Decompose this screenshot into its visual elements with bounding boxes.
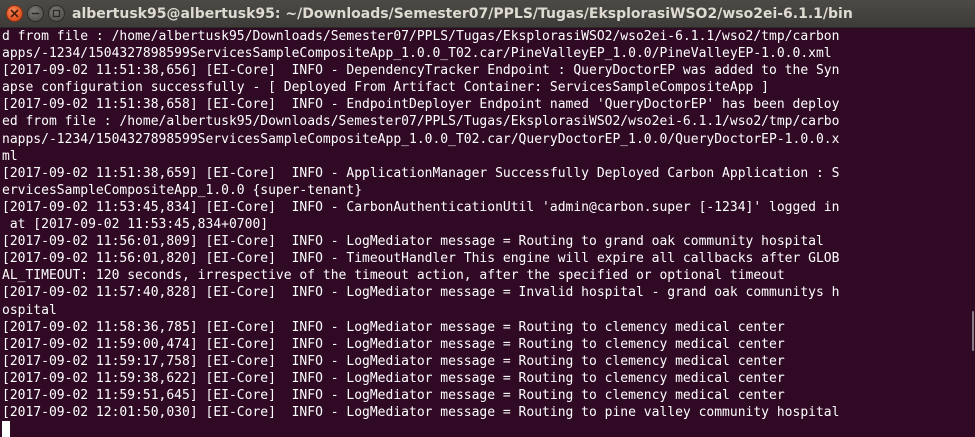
terminal-line: napps/-1234/1504327898599ServicesSampleC… xyxy=(2,131,840,147)
terminal-line: ed from file : /home/albertusk95/Downloa… xyxy=(2,114,840,130)
minimize-button[interactable] xyxy=(27,5,44,22)
terminal-line: [2017-09-02 11:59:38,622] [EI-Core] INFO… xyxy=(2,370,785,386)
title-bar[interactable]: albertusk95@albertusk95: ~/Downloads/Sem… xyxy=(0,0,975,28)
terminal-line: [2017-09-02 11:51:38,659] [EI-Core] INFO… xyxy=(2,165,840,181)
terminal-line: [2017-09-02 11:51:38,658] [EI-Core] INFO… xyxy=(2,97,840,113)
terminal-line: ml xyxy=(2,148,18,164)
terminal-line: apps/-1234/1504327898599ServicesSampleCo… xyxy=(2,46,832,62)
terminal-line: [2017-09-02 11:56:01,820] [EI-Core] INFO… xyxy=(2,251,840,267)
terminal-line: ervicesSampleCompositeApp_1.0.0 {super-t… xyxy=(2,182,363,198)
window-title: albertusk95@albertusk95: ~/Downloads/Sem… xyxy=(72,6,853,22)
terminal-line: [2017-09-02 11:59:00,474] [EI-Core] INFO… xyxy=(2,336,785,352)
terminal-line: [2017-09-02 11:57:40,828] [EI-Core] INFO… xyxy=(2,285,840,301)
prompt-line[interactable] xyxy=(2,421,975,437)
text-cursor xyxy=(2,421,10,437)
terminal-line: apse configuration successfully - [ Depl… xyxy=(2,80,770,96)
terminal-line: [2017-09-02 11:51:38,656] [EI-Core] INFO… xyxy=(2,63,840,79)
minimize-icon xyxy=(31,12,40,15)
close-button[interactable] xyxy=(6,5,23,22)
close-icon xyxy=(10,9,19,18)
terminal-line: [2017-09-02 11:53:45,834] [EI-Core] INFO… xyxy=(2,199,840,215)
terminal-line: [2017-09-02 11:58:36,785] [EI-Core] INFO… xyxy=(2,319,785,335)
terminal-window: albertusk95@albertusk95: ~/Downloads/Sem… xyxy=(0,0,975,437)
terminal-line: AL_TIMEOUT: 120 seconds, irrespective of… xyxy=(2,268,785,284)
maximize-button[interactable] xyxy=(48,5,65,22)
terminal-line: d from file : /home/albertusk95/Download… xyxy=(2,29,840,44)
terminal-line: at [2017-09-02 11:53:45,834+0700] xyxy=(2,217,269,233)
scrollbar-thumb[interactable] xyxy=(972,311,974,351)
terminal-line: ospital xyxy=(2,302,57,318)
terminal-line: [2017-09-02 11:59:51,645] [EI-Core] INFO… xyxy=(2,387,785,403)
scrollbar[interactable] xyxy=(971,28,975,437)
terminal-line: [2017-09-02 12:01:50,030] [EI-Core] INFO… xyxy=(2,405,840,421)
terminal-output[interactable]: d from file : /home/albertusk95/Download… xyxy=(0,28,975,437)
terminal-line: [2017-09-02 11:56:01,809] [EI-Core] INFO… xyxy=(2,234,824,250)
terminal-line: [2017-09-02 11:59:17,758] [EI-Core] INFO… xyxy=(2,353,785,369)
maximize-icon xyxy=(52,9,61,18)
